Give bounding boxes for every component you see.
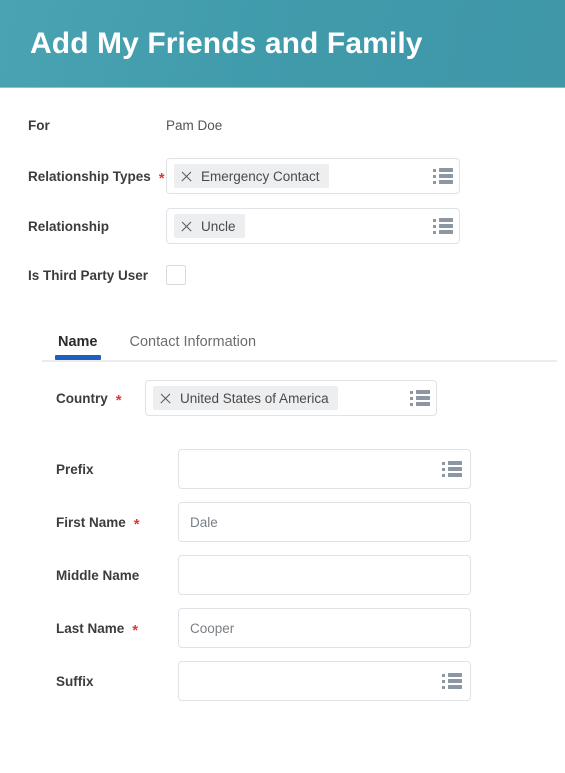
list-prompt-icon[interactable]: [436, 461, 462, 477]
field-row-last-name: Last Name * Cooper: [0, 608, 565, 648]
is-third-party-user-checkbox[interactable]: [166, 265, 186, 285]
relationship-prompt-field[interactable]: Uncle: [166, 208, 460, 244]
field-row-first-name: First Name * Dale: [0, 502, 565, 542]
tab-name-label: Name: [58, 334, 98, 350]
remove-chip-icon[interactable]: [159, 392, 172, 405]
chip-relationship-type[interactable]: Emergency Contact: [174, 164, 329, 188]
label-last-name: Last Name: [56, 620, 125, 636]
last-name-value: Cooper: [190, 620, 235, 636]
page-header: Add My Friends and Family: [0, 0, 565, 88]
chip-country[interactable]: United States of America: [153, 386, 338, 410]
tab-bar: Name Contact Information: [0, 318, 565, 362]
value-for: Pam Doe: [166, 117, 223, 133]
label-relationship: Relationship: [28, 218, 110, 234]
chip-label: Uncle: [201, 218, 236, 234]
list-prompt-icon[interactable]: [404, 390, 430, 406]
tab-name[interactable]: Name: [42, 334, 114, 360]
label-for: For: [28, 117, 50, 133]
required-asterisk: *: [133, 515, 140, 533]
first-name-input[interactable]: Dale: [178, 502, 471, 542]
label-country: Country: [56, 390, 108, 406]
suffix-input[interactable]: [178, 661, 471, 701]
remove-chip-icon[interactable]: [180, 220, 193, 233]
remove-chip-icon[interactable]: [180, 170, 193, 183]
list-prompt-icon[interactable]: [436, 673, 462, 689]
top-form-section: For Pam Doe Relationship Types * Emergen…: [0, 88, 565, 292]
label-suffix: Suffix: [56, 673, 94, 689]
tab-contact-information[interactable]: Contact Information: [114, 334, 273, 360]
field-row-suffix: Suffix: [0, 661, 565, 701]
label-cell-middle-name: Middle Name: [0, 568, 178, 583]
list-prompt-icon[interactable]: [427, 168, 453, 184]
first-name-value: Dale: [190, 514, 218, 530]
label-cell-prefix: Prefix: [0, 462, 178, 477]
label-cell-last-name: Last Name *: [0, 620, 178, 639]
label-cell-country: Country *: [0, 390, 145, 409]
field-row-is-third-party-user: Is Third Party User: [0, 258, 565, 292]
name-tab-panel: Country * United States of America Prefi…: [0, 362, 565, 701]
required-asterisk: *: [132, 621, 139, 639]
label-middle-name: Middle Name: [56, 567, 140, 583]
relationship-types-prompt-field[interactable]: Emergency Contact: [166, 158, 460, 194]
label-prefix: Prefix: [56, 461, 94, 477]
field-row-prefix: Prefix: [0, 449, 565, 489]
field-row-relationship-types: Relationship Types * Emergency Contact: [0, 158, 565, 194]
middle-name-input[interactable]: [178, 555, 471, 595]
required-asterisk: *: [158, 169, 165, 187]
field-row-country: Country * United States of America: [0, 380, 565, 416]
field-row-middle-name: Middle Name: [0, 555, 565, 595]
field-row-relationship: Relationship Uncle: [0, 208, 565, 244]
country-prompt-field[interactable]: United States of America: [145, 380, 437, 416]
label-cell-first-name: First Name *: [0, 514, 178, 533]
list-prompt-icon[interactable]: [427, 218, 453, 234]
chip-relationship[interactable]: Uncle: [174, 214, 245, 238]
tab-contact-information-label: Contact Information: [129, 334, 257, 350]
prefix-input[interactable]: [178, 449, 471, 489]
label-cell-for: For: [0, 118, 166, 133]
chip-label: Emergency Contact: [201, 168, 320, 184]
label-first-name: First Name: [56, 514, 126, 530]
last-name-input[interactable]: Cooper: [178, 608, 471, 648]
tab-list: Name Contact Information: [0, 318, 565, 360]
label-relationship-types: Relationship Types: [28, 168, 151, 184]
field-row-for: For Pam Doe: [0, 108, 565, 142]
required-asterisk: *: [115, 391, 122, 409]
label-cell-relationship: Relationship: [0, 219, 166, 234]
label-is-third-party-user: Is Third Party User: [28, 267, 149, 283]
chip-label: United States of America: [180, 390, 329, 406]
label-cell-relationship-types: Relationship Types *: [0, 168, 166, 187]
label-cell-is-third-party-user: Is Third Party User: [0, 268, 166, 283]
tab-divider: [42, 360, 557, 362]
label-cell-suffix: Suffix: [0, 674, 178, 689]
page-title: Add My Friends and Family: [30, 27, 423, 60]
